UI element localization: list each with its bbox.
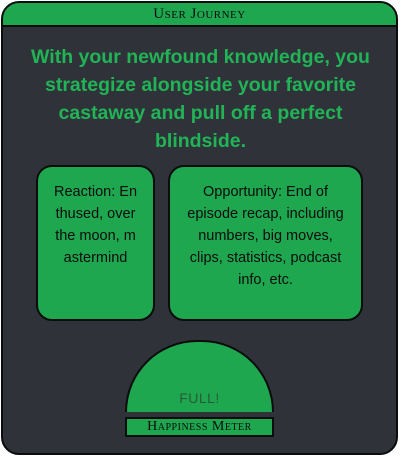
- card-header-title: User Journey: [3, 3, 396, 27]
- happiness-gauge-value: FULL!: [179, 390, 220, 406]
- reaction-box: Reaction: Enthused, over the moon, maste…: [36, 165, 155, 321]
- journey-headline: With your newfound knowledge, you strate…: [31, 46, 370, 152]
- opportunity-box: Opportunity: End of episode recap, inclu…: [168, 165, 363, 321]
- reaction-text: Reaction: Enthused, over the moon, maste…: [53, 184, 138, 266]
- happiness-meter-label: Happiness Meter: [125, 417, 274, 437]
- opportunity-text: Opportunity: End of episode recap, inclu…: [187, 184, 344, 288]
